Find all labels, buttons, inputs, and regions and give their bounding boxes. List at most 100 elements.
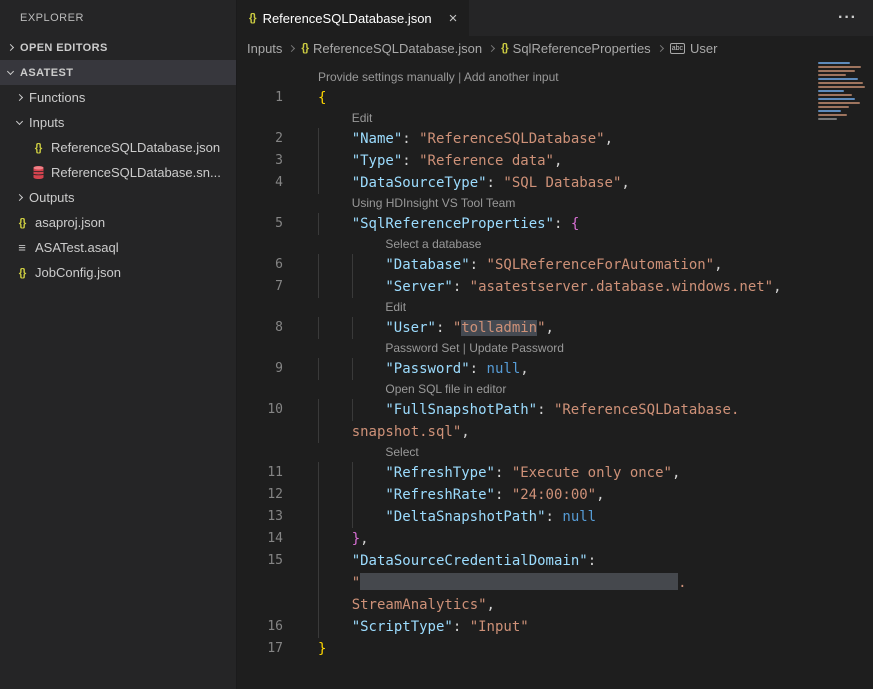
codelens-line: Select bbox=[237, 443, 873, 462]
indent-guide bbox=[352, 235, 386, 254]
indent-guide bbox=[318, 339, 352, 358]
breadcrumb-item-sqlreferenceproperties[interactable]: {}SqlReferenceProperties bbox=[501, 41, 651, 56]
codelens-action-open-sql-file-in-editor[interactable]: Open SQL file in editor bbox=[385, 382, 506, 396]
code-token: "ScriptType" bbox=[352, 619, 453, 635]
indent-guide bbox=[352, 358, 386, 380]
breadcrumb-item-referencesqldatabase-json[interactable]: {}ReferenceSQLDatabase.json bbox=[301, 41, 482, 56]
breadcrumb-item-user[interactable]: abcUser bbox=[670, 41, 718, 56]
breadcrumb-item-inputs[interactable]: Inputs bbox=[247, 41, 282, 56]
tree-item-referencesqldatabase-json[interactable]: {}ReferenceSQLDatabase.json bbox=[0, 135, 236, 160]
code-token: : bbox=[436, 320, 453, 336]
line-number: 10 bbox=[237, 399, 283, 421]
code-token: : bbox=[470, 361, 487, 377]
tree-item-functions[interactable]: Functions bbox=[0, 85, 236, 110]
indent-guide bbox=[318, 213, 352, 235]
redacted-value bbox=[360, 573, 678, 590]
indent-guide bbox=[352, 339, 386, 358]
code-token: " bbox=[352, 575, 360, 591]
codelens-line: Password Set | Update Password bbox=[237, 339, 873, 358]
tree-item-asatest-asaql[interactable]: ≡ASATest.asaql bbox=[0, 235, 236, 260]
code-token: , bbox=[672, 465, 680, 481]
sidebar-list: OPEN EDITORSASATESTFunctionsInputs{}Refe… bbox=[0, 35, 236, 285]
section-label: OPEN EDITORS bbox=[20, 42, 108, 54]
codelens-action-update-password[interactable]: Update Password bbox=[469, 341, 564, 355]
line-number bbox=[237, 572, 283, 594]
code-token: } bbox=[352, 531, 360, 547]
tree-item-label: ReferenceSQLDatabase.sn... bbox=[51, 165, 221, 180]
tree-item-asaproj-json[interactable]: {} asaproj.json bbox=[0, 210, 236, 235]
minimap[interactable] bbox=[815, 60, 869, 122]
code-token: , bbox=[554, 153, 562, 169]
tree-item-inputs[interactable]: Inputs bbox=[0, 110, 236, 135]
code-token: "Type" bbox=[352, 153, 403, 169]
line-number: 12 bbox=[237, 484, 283, 506]
tree-item-label: Inputs bbox=[29, 115, 64, 130]
indent-guide bbox=[318, 172, 352, 194]
indent-guide bbox=[318, 462, 352, 484]
code-token: : bbox=[546, 509, 563, 525]
code-token: : bbox=[402, 131, 419, 147]
breadcrumb-label: SqlReferenceProperties bbox=[513, 41, 651, 56]
tree-item-referencesqldatabase-sn[interactable]: ReferenceSQLDatabase.sn... bbox=[0, 160, 236, 185]
code-token: "User" bbox=[385, 320, 436, 336]
code-token: , bbox=[461, 424, 469, 440]
line-number bbox=[237, 298, 283, 317]
sql-database-file-icon bbox=[30, 166, 46, 179]
code-token: "Reference data" bbox=[419, 153, 554, 169]
tree-item-label: asaproj.json bbox=[35, 215, 105, 230]
codelens-action-edit[interactable]: Edit bbox=[352, 111, 373, 125]
codelens-action-add-another-input[interactable]: Add another input bbox=[464, 70, 559, 84]
code-token: , bbox=[596, 487, 604, 503]
indent-guide bbox=[318, 235, 352, 254]
code-line: 11"RefreshType": "Execute only once", bbox=[237, 462, 873, 484]
breadcrumb-label: User bbox=[690, 41, 717, 56]
code-token: "Execute only once" bbox=[512, 465, 672, 481]
explorer-title: EXPLORER bbox=[0, 0, 236, 35]
codelens-action-edit[interactable]: Edit bbox=[385, 300, 406, 314]
indent-guide bbox=[352, 276, 386, 298]
tree-item-outputs[interactable]: Outputs bbox=[0, 185, 236, 210]
close-icon[interactable]: × bbox=[449, 11, 458, 26]
indent-guide bbox=[318, 380, 352, 399]
indent-guide bbox=[318, 572, 352, 594]
codelens-line: Edit bbox=[237, 298, 873, 317]
codelens-action-using-hdinsight-vs-tool-team[interactable]: Using HDInsight VS Tool Team bbox=[352, 196, 516, 210]
code-token: { bbox=[318, 90, 326, 106]
code-token: "SQL Database" bbox=[503, 175, 621, 191]
code-token: StreamAnalytics" bbox=[352, 597, 487, 613]
code-token: : bbox=[588, 553, 596, 569]
code-token: "RefreshType" bbox=[385, 465, 495, 481]
indent-guide bbox=[318, 506, 352, 528]
chevron-right-icon bbox=[16, 94, 23, 101]
line-number: 4 bbox=[237, 172, 283, 194]
codelens-action-select-a-database[interactable]: Select a database bbox=[385, 237, 481, 251]
line-number bbox=[237, 194, 283, 213]
indent-guide bbox=[318, 276, 352, 298]
indent-guide bbox=[318, 443, 352, 462]
code-line: 3"Type": "Reference data", bbox=[237, 150, 873, 172]
code-token: : bbox=[537, 402, 554, 418]
codelens-action-select[interactable]: Select bbox=[385, 445, 418, 459]
line-number bbox=[237, 380, 283, 399]
codelens-line: Select a database bbox=[237, 235, 873, 254]
tree-item-jobconfig-json[interactable]: {}JobConfig.json bbox=[0, 260, 236, 285]
codelens-action-provide-settings-manually[interactable]: Provide settings manually bbox=[318, 70, 455, 84]
tab-referencesqldatabase-json[interactable]: {} ReferenceSQLDatabase.json × bbox=[237, 0, 469, 36]
code-area[interactable]: Provide settings manually | Add another … bbox=[237, 60, 873, 689]
line-number bbox=[237, 421, 283, 443]
sidebar-section-asatest[interactable]: ASATEST bbox=[0, 60, 236, 85]
json-file-icon: {} bbox=[14, 217, 30, 229]
code-token: , bbox=[487, 597, 495, 613]
indent-guide bbox=[318, 358, 352, 380]
code-token: "SqlReferenceProperties" bbox=[352, 216, 554, 232]
sidebar-section-open-editors[interactable]: OPEN EDITORS bbox=[0, 35, 236, 60]
breadcrumb-separator-icon bbox=[288, 44, 295, 51]
more-actions-icon[interactable]: ··· bbox=[838, 9, 873, 27]
breadcrumb-label: ReferenceSQLDatabase.json bbox=[313, 41, 482, 56]
line-number: 1 bbox=[237, 87, 283, 109]
chevron-right-icon bbox=[16, 194, 23, 201]
breadcrumb-separator-icon bbox=[488, 44, 495, 51]
codelens-action-password-set[interactable]: Password Set bbox=[385, 341, 459, 355]
code-line: 13"DeltaSnapshotPath": null bbox=[237, 506, 873, 528]
line-number bbox=[237, 594, 283, 616]
